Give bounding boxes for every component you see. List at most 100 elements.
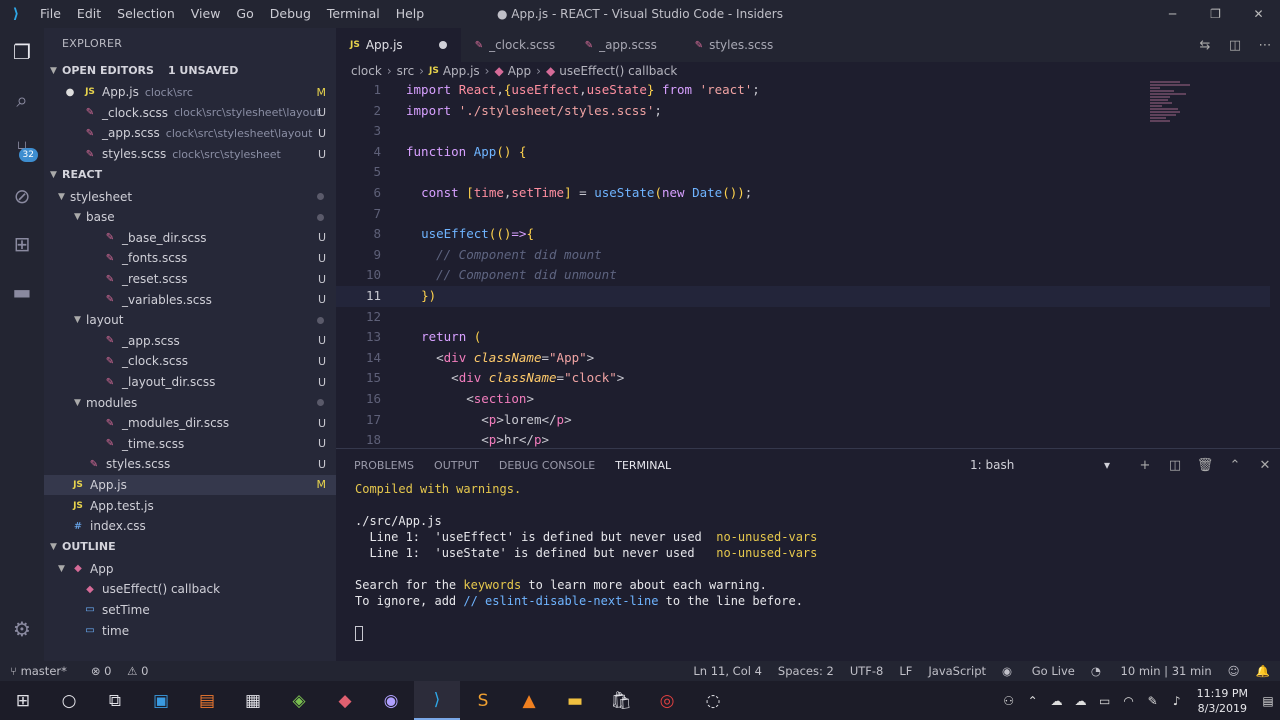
notifications-icon[interactable]: ▤ — [1256, 694, 1280, 708]
open-editor-item[interactable]: ✎ styles.scss clock\src\stylesheet U — [44, 144, 336, 165]
language-mode[interactable]: JavaScript — [928, 664, 986, 678]
problems-indicator[interactable]: ⊗ 0 ⚠ 0 — [91, 664, 161, 678]
trash-icon[interactable]: 🗑 — [1190, 458, 1220, 473]
project-header[interactable]: ▼ REACT — [44, 164, 336, 186]
menu-selection[interactable]: Selection — [109, 0, 183, 28]
extensions-icon[interactable]: ⊞ — [0, 220, 44, 268]
open-changes-icon[interactable]: ⇆ — [1190, 38, 1220, 53]
cloud-icon[interactable]: ☁ — [1045, 694, 1069, 708]
folder-item[interactable]: ▼ base — [44, 207, 336, 228]
eol[interactable]: LF — [899, 664, 912, 678]
vertical-scrollbar[interactable] — [1270, 80, 1280, 448]
more-actions-icon[interactable]: ⋯ — [1250, 38, 1280, 53]
folder-item[interactable]: ▼ stylesheet — [44, 186, 336, 207]
code-line[interactable]: 5 — [336, 162, 1280, 183]
close-panel-icon[interactable]: ✕ — [1250, 458, 1280, 473]
code-line[interactable]: 4 function App() { — [336, 142, 1280, 163]
go-live-button[interactable]: ◉ Go Live — [1002, 664, 1075, 678]
menu-edit[interactable]: Edit — [69, 0, 109, 28]
file-item[interactable]: ✎ _base_dir.scss U — [44, 228, 336, 249]
tab-terminal[interactable]: TERMINAL — [615, 459, 671, 472]
folder-item[interactable]: ▼ layout — [44, 310, 336, 331]
breadcrumb-item[interactable]: useEffect() callback — [559, 64, 677, 78]
source-control-icon[interactable]: ⑂32 — [0, 124, 44, 172]
code-line[interactable]: 17 <p>lorem</p> — [336, 410, 1280, 431]
file-item[interactable]: ✎ _layout_dir.scss U — [44, 372, 336, 393]
gear-icon[interactable]: ⚙ — [0, 605, 44, 653]
photos-app-icon[interactable]: ▣ — [138, 681, 184, 720]
outline-header[interactable]: ▼ OUTLINE — [44, 536, 336, 558]
code-line[interactable]: 16 <section> — [336, 389, 1280, 410]
file-item[interactable]: ✎ styles.scss U — [44, 454, 336, 475]
code-editor[interactable]: 1 import React,{useEffect,useState} from … — [336, 80, 1280, 448]
code-line[interactable]: 10 // Component did unmount — [336, 265, 1280, 286]
volume-icon[interactable]: ♪ — [1165, 694, 1189, 708]
split-editor-icon[interactable]: ◫ — [1220, 38, 1250, 53]
file-item[interactable]: ✎ _time.scss U — [44, 434, 336, 455]
file-item[interactable]: ✎ _modules_dir.scss U — [44, 413, 336, 434]
pen-icon[interactable]: ✎ — [1141, 694, 1165, 708]
outline-item[interactable]: ▼ ◆ App — [44, 558, 336, 579]
debug-icon[interactable]: ⊘ — [0, 172, 44, 220]
open-editor-item[interactable]: ✎ _app.scss clock\src\stylesheet\layout … — [44, 123, 336, 144]
bell-icon[interactable]: 🔔 — [1256, 664, 1270, 678]
code-line[interactable]: 9 // Component did mount — [336, 245, 1280, 266]
minimize-icon[interactable]: ─ — [1151, 0, 1194, 28]
encoding[interactable]: UTF-8 — [850, 664, 884, 678]
tab-debug-console[interactable]: DEBUG CONSOLE — [499, 459, 595, 472]
system-clock[interactable]: 11:19 PM 8/3/2019 — [1197, 686, 1248, 716]
file-explorer-icon[interactable]: ▬ — [552, 681, 598, 720]
tab-output[interactable]: OUTPUT — [434, 459, 479, 472]
file-item[interactable]: ✎ _fonts.scss U — [44, 248, 336, 269]
outline-item[interactable]: ◆ useEffect() callback — [44, 579, 336, 600]
close-icon[interactable]: ✕ — [1237, 0, 1280, 28]
code-line[interactable]: 3 — [336, 121, 1280, 142]
outline-item[interactable]: ▭ time — [44, 620, 336, 641]
code-line[interactable]: 15 <div className="clock"> — [336, 368, 1280, 389]
chrome-app-icon[interactable]: ◎ — [644, 681, 690, 720]
terminal-output[interactable]: Compiled with warnings. ./src/App.js Lin… — [336, 481, 1280, 641]
folder-item[interactable]: ▼ modules — [44, 392, 336, 413]
file-item[interactable]: ✎ _app.scss U — [44, 331, 336, 352]
minimap[interactable] — [1150, 80, 1200, 160]
android-app-icon[interactable]: ◈ — [276, 681, 322, 720]
code-line[interactable]: 18 <p>hr</p> — [336, 430, 1280, 448]
tab-app-scss[interactable]: ✎ _app.scss — [571, 28, 681, 62]
plus-icon[interactable]: + — [1130, 458, 1160, 473]
open-editor-item[interactable]: ✎ _clock.scss clock\src\stylesheet\layou… — [44, 103, 336, 124]
task-view-icon[interactable]: ⧉ — [92, 681, 138, 720]
code-line[interactable]: 1 import React,{useEffect,useState} from … — [336, 80, 1280, 101]
maximize-panel-icon[interactable]: ⌃ — [1220, 458, 1250, 473]
store-app-icon[interactable]: 🛍 — [598, 681, 644, 720]
browser-app-icon[interactable]: ◉ — [368, 681, 414, 720]
code-line[interactable]: 8 useEffect(()=>{ — [336, 224, 1280, 245]
people-icon[interactable]: ⚇ — [997, 694, 1021, 708]
branch-indicator[interactable]: ⑂ master* — [10, 664, 79, 678]
tab-clock-scss[interactable]: ✎ _clock.scss — [461, 28, 571, 62]
terminal-select[interactable]: 1: bash ▾ — [970, 458, 1110, 472]
explorer-icon[interactable]: ❐ — [0, 28, 44, 76]
sketch-app-icon[interactable]: ◆ — [322, 681, 368, 720]
file-item[interactable]: JS App.test.js — [44, 495, 336, 516]
menu-file[interactable]: File — [32, 0, 69, 28]
menu-debug[interactable]: Debug — [262, 0, 319, 28]
onedrive-icon[interactable]: ☁ — [1069, 694, 1093, 708]
file-item[interactable]: ✎ _reset.scss U — [44, 269, 336, 290]
indentation[interactable]: Spaces: 2 — [778, 664, 834, 678]
brackets-app-icon[interactable]: ▤ — [184, 681, 230, 720]
file-item[interactable]: JS App.js M — [44, 474, 336, 496]
code-line[interactable]: 14 <div className="App"> — [336, 348, 1280, 369]
start-icon[interactable]: ⊞ — [0, 681, 46, 720]
code-line[interactable]: 7 — [336, 204, 1280, 225]
breadcrumb-item[interactable]: clock — [351, 64, 382, 78]
open-editor-item[interactable]: ● JS App.js clock\src M — [44, 82, 336, 103]
breadcrumb-item[interactable]: App — [508, 64, 531, 78]
vlc-app-icon[interactable]: ▲ — [506, 681, 552, 720]
code-line[interactable]: 13 return ( — [336, 327, 1280, 348]
split-terminal-icon[interactable]: ◫ — [1160, 458, 1190, 473]
tab-app-js[interactable]: JS App.js — [336, 28, 461, 62]
unsaved-dot-icon[interactable] — [438, 41, 447, 49]
time-tracker[interactable]: ◔ 10 min | 31 min — [1091, 664, 1212, 678]
outline-item[interactable]: ▭ setTime — [44, 600, 336, 621]
breadcrumb-item[interactable]: src — [397, 64, 415, 78]
